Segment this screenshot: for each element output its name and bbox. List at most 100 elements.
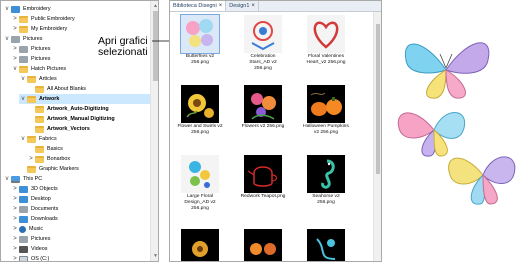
chevron-down-icon[interactable]: v [19, 74, 27, 84]
folder-icon [19, 65, 28, 73]
tree-item[interactable]: > Downloads [11, 214, 58, 224]
tree-item[interactable]: > My Embroidery [11, 24, 67, 34]
chevron-right-icon[interactable]: > [11, 194, 19, 204]
close-tab-icon[interactable]: × [251, 1, 255, 11]
tree-item[interactable]: > Music [11, 224, 43, 234]
tab-design1[interactable]: Design1 × [226, 1, 259, 11]
thumbnail-image[interactable] [244, 155, 282, 193]
tree-item-label: My Embroidery [31, 26, 68, 32]
tree-item-label: Hatch Pictures [31, 66, 67, 72]
design-thumbnail[interactable]: Seahorse v2 256.png [307, 155, 345, 206]
tree-item[interactable]: Artwork_Manual Digitizing [27, 114, 115, 124]
design-thumbnail[interactable] [181, 229, 219, 261]
thumbnail-image[interactable] [180, 14, 220, 54]
thumbnail-image[interactable] [307, 85, 345, 123]
folder-icon [35, 145, 44, 153]
thumbnail-image[interactable] [244, 85, 282, 123]
tab-design-library[interactable]: Biblioteca Disegni × [170, 1, 227, 11]
chevron-right-icon[interactable]: > [11, 214, 19, 224]
chevron-down-icon[interactable]: v [11, 64, 19, 74]
tree-item[interactable]: >3D Objects [11, 184, 58, 194]
thumbnail-image[interactable] [244, 15, 282, 53]
chevron-right-icon[interactable]: > [11, 244, 19, 254]
tree-item[interactable]: > OS (C:) [11, 254, 49, 261]
design-thumbnail[interactable]: Celebration Stars_AD v2 256.png [244, 15, 282, 72]
tree-item[interactable]: > Documents [11, 204, 58, 214]
tree-item[interactable]: Basics [27, 144, 63, 154]
chevron-down-icon[interactable]: v [19, 134, 27, 144]
folder-icon [35, 155, 44, 163]
design-thumbnail[interactable]: Halloween Pumpkins v2 256.png [303, 85, 349, 136]
tree-item[interactable]: Graphic Markers [19, 164, 79, 174]
thumbnail-image[interactable] [181, 155, 219, 193]
tree-item[interactable]: v Articles [19, 74, 57, 84]
library-scrollbar-thumb[interactable] [376, 24, 380, 174]
thumbnail-image[interactable] [307, 229, 345, 261]
library-icon [19, 195, 28, 203]
chevron-right-icon[interactable]: > [11, 44, 19, 54]
design-thumbnail[interactable] [244, 229, 282, 261]
tree-item-label: Graphic Markers [39, 166, 79, 172]
tree-item[interactable]: > Public Embroidery [11, 14, 75, 24]
scroll-down-arrow-icon[interactable]: ▼ [153, 253, 158, 259]
tree-item-label: Artwork_Auto-Digitizing [47, 106, 109, 112]
tree-item[interactable]: v Embroidery [3, 4, 51, 14]
design-thumbnail[interactable] [307, 229, 345, 261]
tree-item[interactable]: All About Blanks [27, 84, 86, 94]
folder-icon [27, 95, 36, 103]
chevron-right-icon[interactable]: > [11, 14, 19, 24]
scroll-up-arrow-icon[interactable]: ▲ [153, 3, 158, 9]
thumbnail-caption: Flowers v2 256.png [241, 124, 285, 129]
folder-icon [35, 85, 44, 93]
thumbnail-caption: Flower and Swirls v2 256.png [177, 124, 223, 135]
tree-item[interactable]: v Fabrics [19, 134, 57, 144]
thumbnail-image[interactable] [181, 229, 219, 261]
tree-item[interactable]: v This PC [3, 174, 42, 184]
chevron-down-icon[interactable]: v [3, 34, 11, 44]
tree-item[interactable]: > Videos [11, 244, 47, 254]
tree-item-label: Videos [31, 246, 48, 252]
tab-bar: Biblioteca Disegni × Design1 × [170, 1, 381, 12]
chevron-right-icon[interactable]: > [11, 184, 19, 194]
library-icon [19, 205, 28, 213]
design-thumbnail[interactable]: Redwork Teapot.png [241, 155, 285, 200]
chevron-right-icon[interactable]: > [11, 224, 19, 234]
tree-item[interactable]: Artwork_Vectors [27, 124, 90, 134]
chevron-right-icon[interactable]: > [27, 154, 35, 164]
chevron-down-icon[interactable]: v [3, 174, 11, 184]
tree-item[interactable]: v Pictures [3, 34, 42, 44]
tree-item-label: This PC [23, 176, 43, 182]
design-thumbnail[interactable]: Butterflies v2 256.png [180, 14, 220, 66]
chevron-right-icon[interactable]: > [11, 24, 19, 34]
chevron-right-icon[interactable]: > [11, 54, 19, 64]
tree-item[interactable]: > Pictures [11, 54, 50, 64]
thumbnail-image[interactable] [181, 85, 219, 123]
design-thumbnail[interactable]: Flowers v2 256.png [242, 85, 284, 130]
chevron-right-icon[interactable]: > [11, 254, 19, 261]
tree-item-label: All About Blanks [47, 86, 86, 92]
thumbnail-caption: Celebration Stars_AD v2 256.png [249, 54, 277, 71]
chevron-down-icon[interactable]: v [3, 4, 11, 14]
chevron-right-icon[interactable]: > [11, 204, 19, 214]
tree-item-label: Pictures [23, 36, 43, 42]
thumbnail-image[interactable] [307, 15, 345, 53]
thumbnail-image[interactable] [244, 229, 282, 261]
design-thumbnail[interactable]: Flower and Swirls v2 256.png [177, 85, 223, 136]
design-thumbnail[interactable]: Large Floral Design_AD v2 256.png [181, 155, 219, 212]
tree-item[interactable]: Artwork_Auto-Digitizing [27, 104, 109, 114]
tree-item-label: Pictures [31, 46, 51, 52]
tree-item-label: Downloads [31, 216, 58, 222]
chevron-right-icon[interactable]: > [11, 234, 19, 244]
design-thumbnail[interactable]: Floral Valentines Heart_v2 256.png [307, 15, 345, 66]
tree-item[interactable]: > Desktop [11, 194, 51, 204]
library-scrollbar[interactable] [373, 12, 381, 261]
tree-item[interactable]: v Artwork [19, 94, 150, 104]
thumbnail-image[interactable] [307, 155, 345, 193]
design-preview [386, 0, 524, 262]
tree-item[interactable]: v Hatch Pictures [11, 64, 66, 74]
close-tab-icon[interactable]: × [219, 1, 223, 11]
chevron-down-icon[interactable]: v [19, 94, 27, 104]
tree-item[interactable]: > Pictures [11, 234, 50, 244]
tree-item[interactable]: > Bonarbox [27, 154, 70, 164]
tree-item[interactable]: > Pictures [11, 44, 50, 54]
